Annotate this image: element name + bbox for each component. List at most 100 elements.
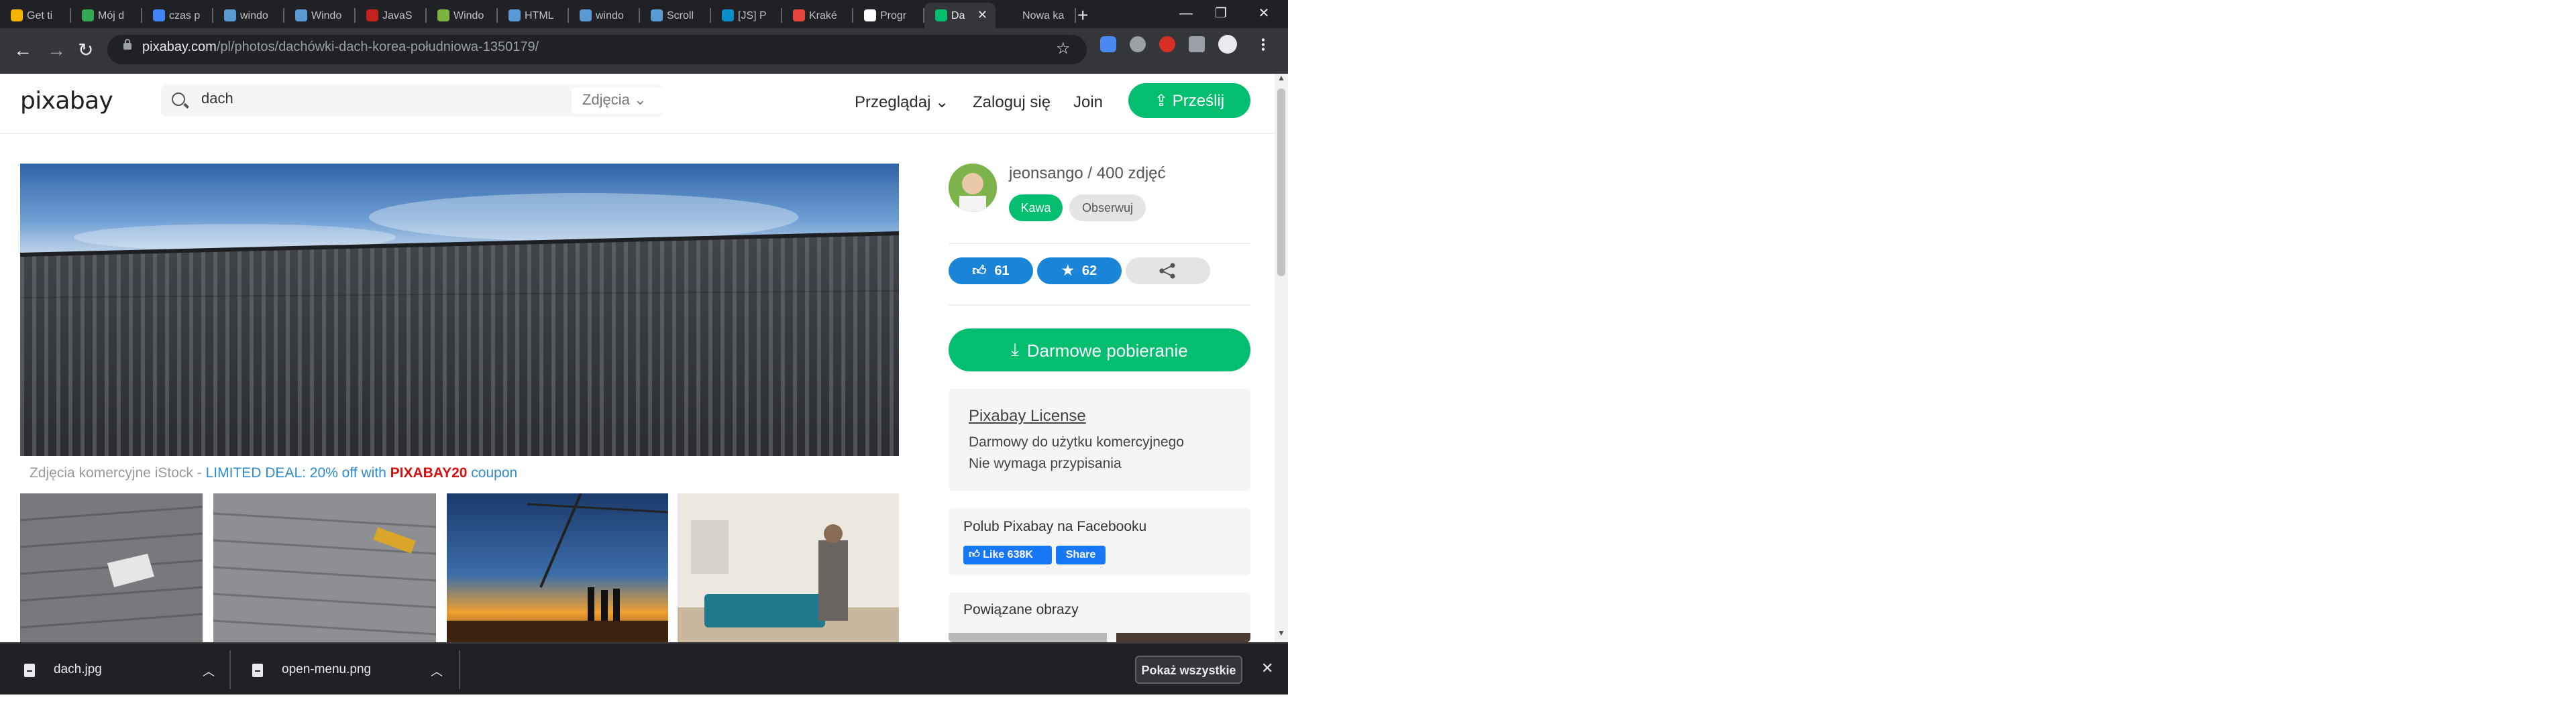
browser-tab[interactable]: HTML [498, 3, 569, 28]
tab-close-icon[interactable]: ✕ [977, 8, 987, 23]
search-type-label: Zdjęcia [582, 93, 630, 109]
browser-tab[interactable]: Scroll [640, 3, 711, 28]
puzzle-icon[interactable] [1189, 36, 1205, 52]
file-icon [252, 663, 263, 676]
coffee-button[interactable]: Kawa [1009, 194, 1063, 221]
browse-menu[interactable]: Przeglądaj ⌄ [855, 93, 949, 111]
page-scrollbar[interactable]: ▲ ▼ [1275, 74, 1288, 642]
extension-gear-icon[interactable] [1130, 36, 1146, 52]
browser-toolbar: ← → ↻ pixabay.com/pl/photos/dachówki-dac… [0, 28, 1288, 74]
scroll-down-arrow-icon[interactable]: ▼ [1277, 630, 1285, 638]
share-button[interactable] [1126, 257, 1210, 284]
scrollbar-thumb[interactable] [1277, 88, 1285, 276]
follow-button[interactable]: Obserwuj [1069, 194, 1146, 221]
related-thumbnail[interactable] [1116, 633, 1250, 642]
tab-favicon-icon [864, 9, 876, 21]
author-name[interactable]: jeonsango / 400 zdjęć [1009, 164, 1166, 182]
search-type-select[interactable]: Zdjęcia ⌄ [572, 87, 663, 114]
browser-tab[interactable]: Nowa ka [996, 3, 1076, 28]
upload-button[interactable]: ⇪ Prześlij [1128, 83, 1250, 118]
download-bar: dach.jpg ︿ open-menu.png ︿ Pokaż wszystk… [0, 642, 1288, 696]
file-icon [24, 663, 35, 676]
divider [949, 243, 1250, 244]
istock-thumbnail[interactable] [678, 493, 899, 642]
browser-tab[interactable]: Da ✕ [924, 3, 996, 28]
bookmark-star-icon[interactable]: ☆ [1056, 39, 1071, 58]
join-link[interactable]: Join [1073, 93, 1103, 111]
license-link[interactable]: Pixabay License [969, 406, 1086, 425]
scroll-up-arrow-icon[interactable]: ▲ [1277, 75, 1285, 83]
tab-label: Nowa ka [1022, 9, 1065, 21]
address-bar[interactable]: pixabay.com/pl/photos/dachówki-dach-kore… [107, 35, 1087, 64]
istock-thumbnail[interactable] [447, 493, 668, 642]
new-tab-button[interactable]: + [1077, 3, 1088, 27]
tab-label: windo [596, 9, 624, 21]
search-input[interactable]: dach [201, 91, 233, 107]
download-item[interactable]: open-menu.png [252, 644, 371, 696]
profile-avatar[interactable] [1218, 35, 1237, 54]
tab-favicon-icon [935, 9, 947, 21]
browser-tab[interactable]: windo [569, 3, 640, 28]
forward-button[interactable]: → [47, 39, 66, 60]
tab-favicon-icon [508, 9, 521, 21]
kebab-menu-icon[interactable] [1261, 38, 1265, 51]
main-photo[interactable] [20, 164, 899, 456]
browser-tab[interactable]: Windo [284, 3, 356, 28]
browser-tab[interactable]: Mój d [71, 3, 142, 28]
tab-favicon-icon [651, 9, 663, 21]
browser-tab[interactable]: Kraké [782, 3, 853, 28]
browser-tab[interactable]: windo [213, 3, 284, 28]
lock-icon [123, 39, 131, 50]
download-item[interactable]: dach.jpg [24, 644, 102, 696]
restore-button[interactable]: ❐ [1197, 0, 1245, 28]
author-avatar[interactable] [949, 164, 997, 212]
istock-thumbnail[interactable] [20, 493, 203, 642]
free-download-button[interactable]: ⤓ Darmowe pobieranie [949, 328, 1250, 371]
extension-icon[interactable] [1100, 36, 1116, 52]
istock-ad-line[interactable]: Zdjęcia komercyjne iStock - LIMITED DEAL… [30, 465, 517, 481]
browser-tab[interactable]: Get ti [0, 3, 71, 28]
browser-tab[interactable]: Windo [427, 3, 498, 28]
browse-label: Przeglądaj [855, 93, 931, 111]
related-thumbnail[interactable] [949, 633, 1107, 642]
search-bar[interactable]: dach Zdjęcia ⌄ [161, 84, 663, 117]
browser-tab[interactable]: czas p [142, 3, 213, 28]
tab-separator [1075, 8, 1076, 23]
facebook-share-button[interactable]: Share [1056, 546, 1106, 564]
pixabay-logo[interactable]: pixabay [20, 87, 113, 115]
istock-thumbnail[interactable] [213, 493, 436, 642]
extension-red-icon[interactable] [1159, 36, 1175, 52]
divider [459, 650, 460, 689]
tab-favicon-icon [366, 9, 378, 21]
tab-favicon-icon [580, 9, 592, 21]
window-close-button[interactable]: ✕ [1240, 0, 1288, 28]
tab-label: [JS] P [738, 9, 767, 21]
tab-label: HTML [525, 9, 554, 21]
browser-tab[interactable]: Progr [853, 3, 924, 28]
tab-favicon-icon [82, 9, 94, 21]
chevron-up-icon[interactable]: ︿ [431, 662, 443, 680]
tab-label: Windo [453, 9, 484, 21]
tab-strip: Get ti Mój d czas p windo Windo JavaS Windo HTM… [0, 0, 1288, 28]
browser-tab[interactable]: [JS] P [711, 3, 782, 28]
facebook-like-button[interactable]: 👍︎ Like 638K [963, 546, 1052, 564]
url-text: pixabay.com/pl/photos/dachówki-dach-kore… [142, 40, 539, 55]
ad-deal: LIMITED DEAL: 20% off with [205, 465, 390, 481]
back-button[interactable]: ← [13, 39, 32, 60]
divider [229, 650, 231, 689]
ad-coupon-code: PIXABAY20 [390, 465, 468, 481]
login-link[interactable]: Zaloguj się [973, 93, 1051, 111]
favorite-button[interactable]: ★ 62 [1037, 257, 1122, 284]
chevron-up-icon[interactable]: ︿ [203, 662, 215, 680]
tab-label: Get ti [27, 9, 53, 21]
tab-favicon-icon [295, 9, 307, 21]
facebook-title: Polub Pixabay na Facebooku [963, 519, 1147, 535]
license-line-attribution: Nie wymaga przypisania [969, 456, 1122, 472]
show-all-downloads-button[interactable]: Pokaż wszystkie [1135, 656, 1242, 684]
close-download-bar-icon[interactable]: ✕ [1261, 660, 1273, 677]
desktop-background [0, 695, 2576, 724]
browser-tab[interactable]: JavaS [356, 3, 427, 28]
download-filename: open-menu.png [282, 662, 372, 677]
like-button[interactable]: 👍︎ 61 [949, 257, 1033, 284]
reload-button[interactable]: ↻ [78, 39, 93, 60]
